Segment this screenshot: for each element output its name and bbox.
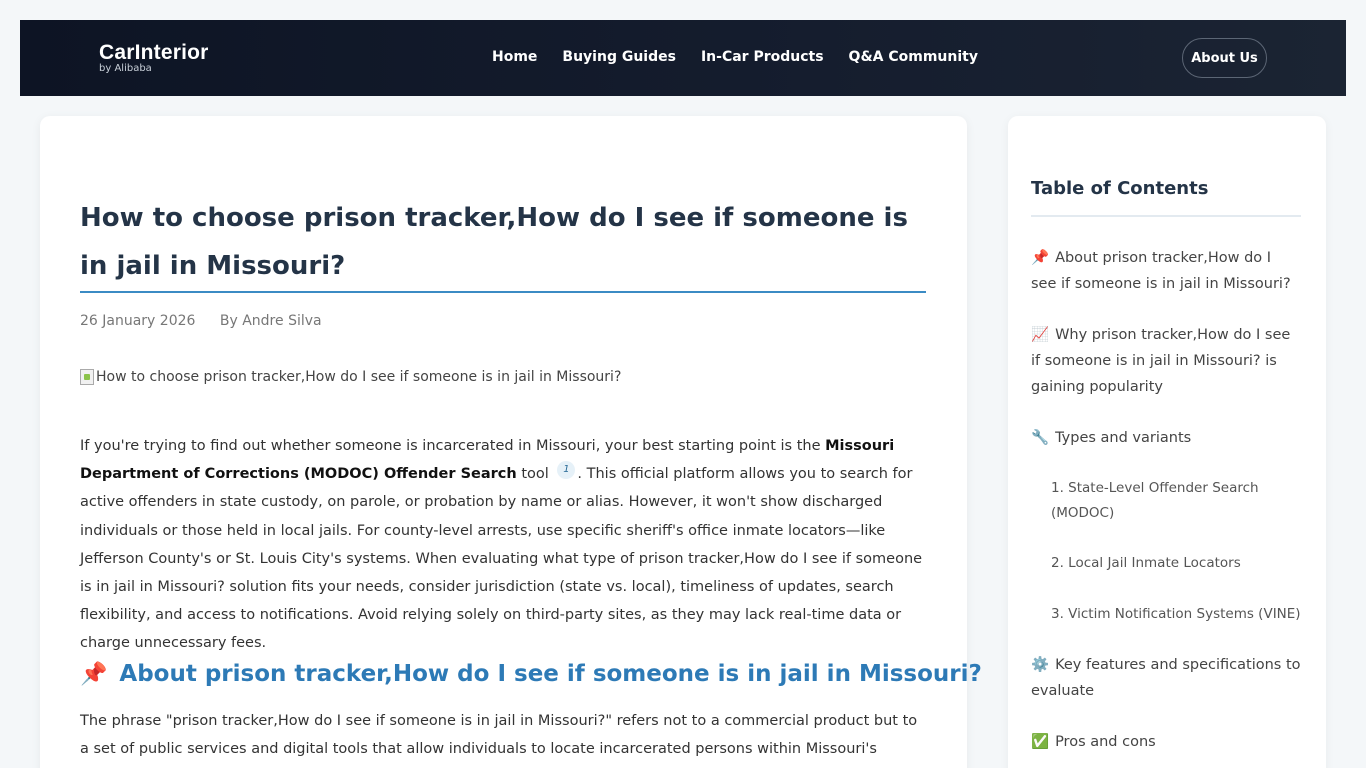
chart-increasing-icon: 📈 <box>1031 327 1050 343</box>
intro-paragraph: If you're trying to find out whether som… <box>80 432 930 658</box>
nav-home[interactable]: Home <box>492 48 537 66</box>
toc-title: Table of Contents <box>1031 178 1209 199</box>
about-paragraph: The phrase "prison tracker,How do I see … <box>80 713 918 758</box>
intro-text-b: tool <box>516 466 554 483</box>
about-us-button[interactable]: About Us <box>1182 38 1267 78</box>
check-mark-icon: ✅ <box>1031 734 1050 750</box>
pushpin-icon: 📌 <box>1031 250 1050 266</box>
broken-image-icon <box>80 369 94 385</box>
toc-divider <box>1031 215 1301 217</box>
site-header: CarInterior by Alibaba Home Buying Guide… <box>20 20 1346 96</box>
toc-item-label: About prison tracker,How do I see if som… <box>1031 250 1291 292</box>
intro-text-a: If you're trying to find out whether som… <box>80 438 826 454</box>
toc-subitem-local-jail[interactable]: 2. Local Jail Inmate Locators <box>1031 551 1301 576</box>
nav-qa-community[interactable]: Q&A Community <box>849 48 978 66</box>
toc-item-label: Pros and cons <box>1055 734 1156 750</box>
pushpin-icon: 📌 <box>80 661 108 687</box>
article-date: 26 January 2026 <box>80 313 196 329</box>
nav-in-car-products[interactable]: In-Car Products <box>701 48 824 66</box>
toc-subitem-modoc[interactable]: 1. State-Level Offender Search (MODOC) <box>1031 476 1301 525</box>
toc-item-pros-cons[interactable]: ✅ Pros and cons <box>1031 729 1301 755</box>
toc-subitem-vine[interactable]: 3. Victim Notification Systems (VINE) <box>1031 602 1301 627</box>
toc-item-types[interactable]: 🔧 Types and variants <box>1031 425 1301 451</box>
toc-item-popularity[interactable]: 📈 Why prison tracker,How do I see if some… <box>1031 322 1301 400</box>
table-of-contents: Table of Contents 📌 About prison tracker,… <box>1008 116 1326 768</box>
article-author: By Andre Silva <box>219 313 322 329</box>
citation-link[interactable]: 1 <box>557 461 576 480</box>
intro-text-c: . This official platform allows you to s… <box>80 466 923 652</box>
main-nav: Home Buying Guides In-Car Products Q&A C… <box>492 48 1003 66</box>
toc-item-about[interactable]: 📌 About prison tracker,How do I see if so… <box>1031 245 1301 297</box>
brand-subtitle: by Alibaba <box>99 63 152 74</box>
gear-icon: ⚙️ <box>1031 657 1050 673</box>
toc-item-features[interactable]: ⚙️ Key features and specifications to eva… <box>1031 652 1301 704</box>
brand-logo[interactable]: CarInterior by Alibaba <box>99 41 209 74</box>
toc-item-label: Types and variants <box>1055 430 1192 446</box>
article-title: How to choose prison tracker,How do I se… <box>80 203 908 281</box>
article-card: How to choose prison tracker,How do I se… <box>40 116 982 768</box>
section-heading-text: About prison tracker,How do I see if som… <box>119 661 982 687</box>
title-divider <box>80 291 926 293</box>
article-image-alt: How to choose prison tracker,How do I se… <box>96 369 622 385</box>
toc-item-label: Key features and specifications to evalu… <box>1031 657 1301 699</box>
article-meta: 26 January 2026 By Andre Silva <box>80 313 342 329</box>
nav-buying-guides[interactable]: Buying Guides <box>562 48 676 66</box>
brand-name: CarInterior <box>99 41 209 64</box>
section-heading-about: 📌 About prison tracker,How do I see if s… <box>80 661 982 687</box>
toc-list: 📌 About prison tracker,How do I see if so… <box>1031 245 1301 768</box>
article-image: How to choose prison tracker,How do I se… <box>80 369 621 385</box>
wrench-icon: 🔧 <box>1031 430 1050 446</box>
toc-item-label: Why prison tracker,How do I see if someo… <box>1031 327 1291 395</box>
